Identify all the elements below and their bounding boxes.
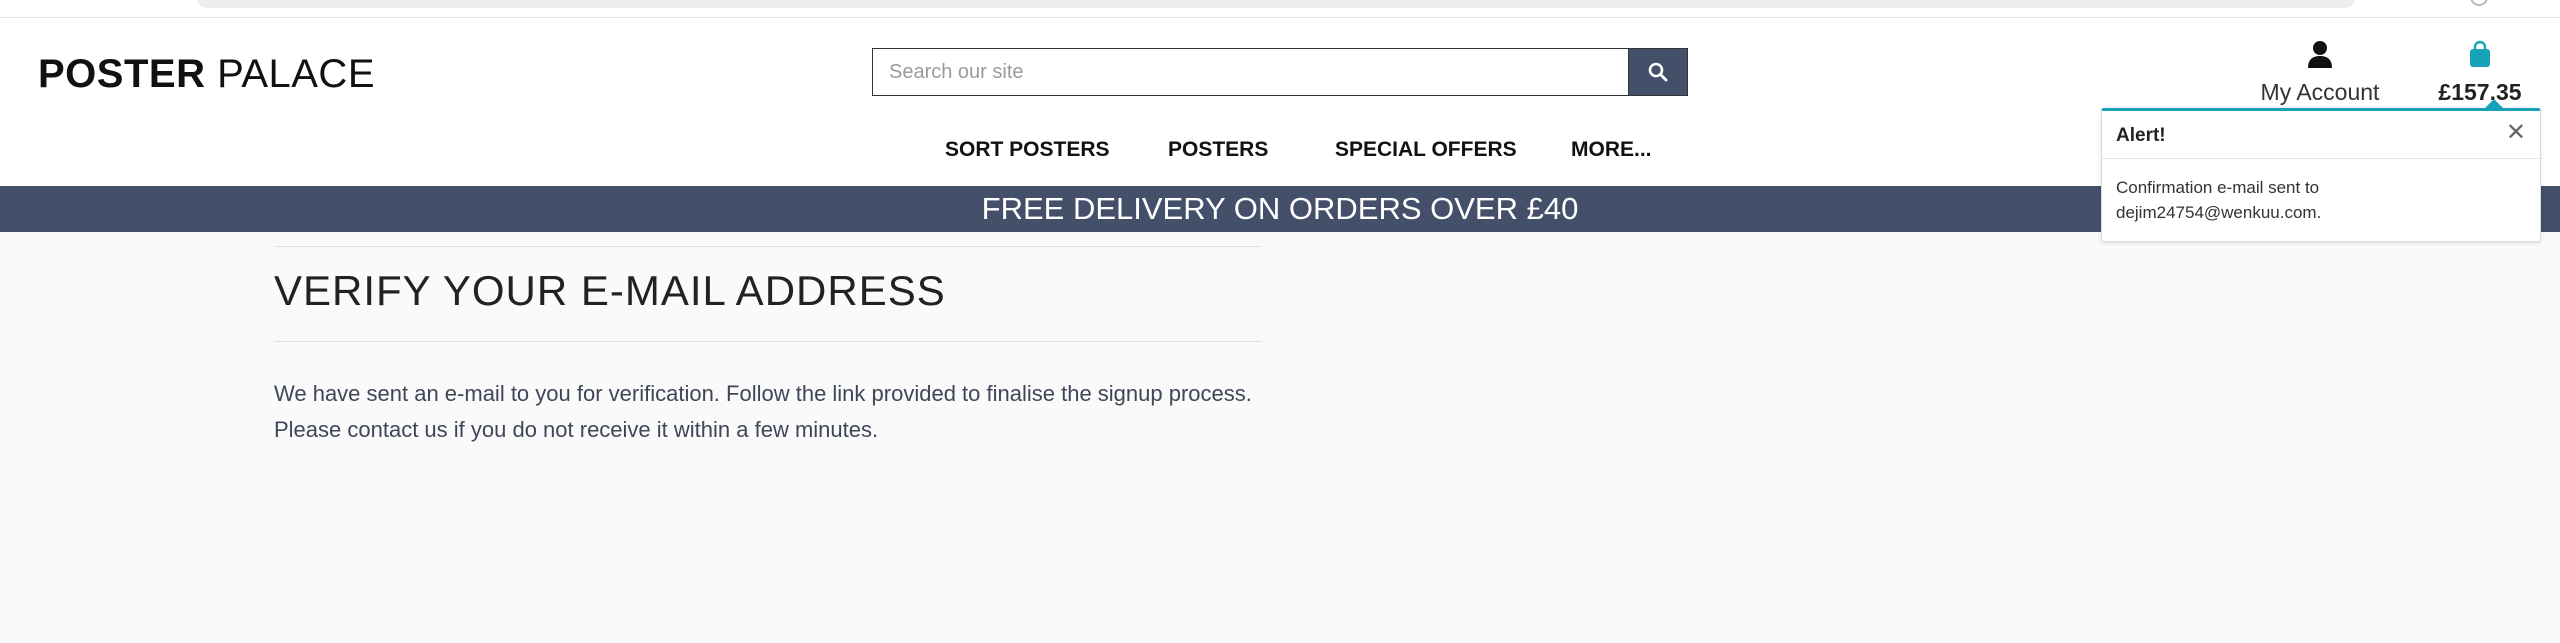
nav-special-offers[interactable]: SPECIAL OFFERS <box>1335 138 1517 162</box>
alert-popover: Alert! ✕ Confirmation e-mail sent to dej… <box>2101 99 2541 242</box>
site-logo[interactable]: POSTER PALACE <box>38 52 375 97</box>
bag-total: £157.35 <box>2438 79 2522 105</box>
page-title: VERIFY YOUR E-MAIL ADDRESS <box>274 267 946 314</box>
nav-posters[interactable]: POSTERS <box>1168 138 1268 162</box>
shopping-bag-link[interactable]: £157.35 <box>2420 40 2540 106</box>
address-bar[interactable] <box>196 0 2356 8</box>
alert-title: Alert! <box>2116 125 2166 146</box>
alert-header: Alert! ✕ <box>2102 111 2540 159</box>
nav-more[interactable]: MORE... <box>1571 138 1652 162</box>
alert-message: Confirmation e-mail sent to dejim24754@w… <box>2116 178 2322 222</box>
verification-message: We have sent an e-mail to you for verifi… <box>274 381 1252 442</box>
my-account-link[interactable]: My Account <box>2250 40 2390 106</box>
title-divider <box>274 341 1262 342</box>
search-form <box>872 48 1688 96</box>
search-input[interactable] <box>872 48 1628 96</box>
browser-profile-icon[interactable] <box>2470 0 2488 6</box>
logo-bold-text: POSTER <box>38 52 206 96</box>
alert-arrow <box>2485 99 2503 108</box>
nav-sort-posters[interactable]: SORT POSTERS <box>945 138 1110 162</box>
my-account-label: My Account <box>2260 79 2380 105</box>
shopping-bag-icon <box>2470 40 2490 67</box>
browser-chrome <box>0 0 2560 18</box>
user-icon <box>2308 41 2332 68</box>
top-divider <box>274 246 1262 247</box>
close-icon[interactable]: ✕ <box>2506 121 2526 145</box>
main-content: VERIFY YOUR E-MAIL ADDRESS We have sent … <box>274 246 1262 448</box>
logo-light-text: PALACE <box>217 52 375 96</box>
search-button[interactable] <box>1628 48 1688 96</box>
search-icon <box>1648 62 1668 82</box>
